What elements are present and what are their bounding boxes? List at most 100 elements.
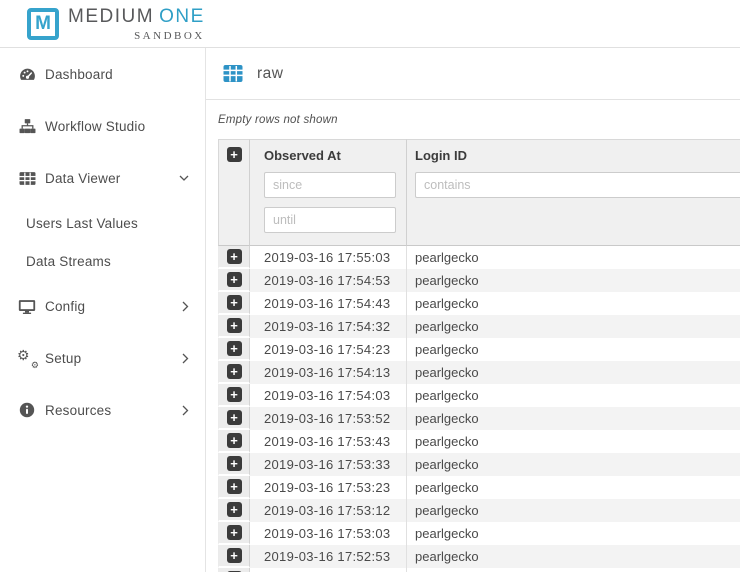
expand-cell: + xyxy=(218,315,250,338)
login-id-cell: pearlgecko xyxy=(407,384,740,407)
observed-at-cell: 2019-03-16 17:53:52 xyxy=(250,407,407,430)
sidebar-item-dashboard[interactable]: Dashboard xyxy=(0,48,205,100)
medium-one-logo[interactable]: M MEDIUMONE SANDBOX xyxy=(27,6,205,42)
expand-row-button[interactable]: + xyxy=(227,410,242,425)
top-bar: M MEDIUMONE SANDBOX xyxy=(0,0,740,48)
login-id-header-cell: Login ID xyxy=(407,139,740,246)
expand-cell: + xyxy=(218,453,250,476)
table-row: + 2019-03-16 17:54:23 pearlgecko xyxy=(218,338,740,361)
expand-row-button[interactable]: + xyxy=(227,548,242,563)
table-row: + 2019-03-16 17:53:03 pearlgecko xyxy=(218,522,740,545)
observed-at-cell: 2019-03-16 17:53:12 xyxy=(250,499,407,522)
brand-subtitle: SANDBOX xyxy=(134,30,205,42)
expand-row-button[interactable]: + xyxy=(227,433,242,448)
expand-row-button[interactable]: + xyxy=(227,364,242,379)
login-id-cell: pearlgecko xyxy=(407,476,740,499)
expand-cell: + xyxy=(218,499,250,522)
expand-row-button[interactable]: + xyxy=(227,272,242,287)
data-table: + Observed At Login ID xyxy=(218,139,740,572)
sidebar-item-workflow-studio[interactable]: Workflow Studio xyxy=(0,100,205,152)
dashboard-gauge-icon xyxy=(18,66,36,83)
table-row: + 2019-03-16 17:54:32 pearlgecko xyxy=(218,315,740,338)
observed-at-cell: 2019-03-16 17:53:43 xyxy=(250,430,407,453)
login-id-cell: pearlgecko xyxy=(407,269,740,292)
since-filter-input[interactable] xyxy=(264,172,396,198)
sidebar-item-resources[interactable]: Resources xyxy=(0,384,205,436)
submenu-item-label: Users Last Values xyxy=(26,216,138,231)
data-viewer-submenu: Users Last Values Data Streams xyxy=(0,204,205,280)
observed-at-cell: 2019-03-16 17:54:32 xyxy=(250,315,407,338)
login-id-column-label: Login ID xyxy=(415,148,740,163)
login-id-cell: pearlgecko xyxy=(407,361,740,384)
logo-m-mark-icon: M xyxy=(27,8,59,40)
login-id-cell: pearlgecko xyxy=(407,453,740,476)
expand-all-button[interactable]: + xyxy=(227,147,242,162)
sidebar-item-config[interactable]: Config xyxy=(0,280,205,332)
sidebar-item-label: Setup xyxy=(45,351,81,366)
expand-row-button[interactable]: + xyxy=(227,525,242,540)
gears-icon: ⚙ ⚙ xyxy=(18,349,36,367)
observed-at-cell: 2019-03-16 17:54:13 xyxy=(250,361,407,384)
expand-cell: + xyxy=(218,430,250,453)
table-row: + 2019-03-16 17:55:03 pearlgecko xyxy=(218,246,740,269)
table-row: + 2019-03-16 17:54:03 pearlgecko xyxy=(218,384,740,407)
observed-at-cell: 2019-03-16 17:55:03 xyxy=(250,246,407,269)
expand-cell: + xyxy=(218,476,250,499)
sidebar-item-data-streams[interactable]: Data Streams xyxy=(0,242,205,280)
expand-cell: + xyxy=(218,545,250,568)
chevron-right-icon xyxy=(182,405,189,416)
table-row: + 2019-03-16 17:53:33 pearlgecko xyxy=(218,453,740,476)
chevron-right-icon xyxy=(182,353,189,364)
sidebar-item-data-viewer[interactable]: Data Viewer xyxy=(0,152,205,204)
expand-row-button[interactable]: + xyxy=(227,387,242,402)
expand-row-button[interactable]: + xyxy=(227,341,242,356)
login-id-cell: pearlgecko xyxy=(407,292,740,315)
expand-row-button[interactable]: + xyxy=(227,295,242,310)
chevron-right-icon xyxy=(182,301,189,312)
table-blue-icon xyxy=(223,64,243,83)
sidebar-item-label: Data Viewer xyxy=(45,171,121,186)
expand-all-header-cell: + xyxy=(218,139,250,246)
login-id-cell: pearlgecko xyxy=(407,407,740,430)
until-filter-input[interactable] xyxy=(264,207,396,233)
expand-cell: + xyxy=(218,568,250,572)
login-id-cell xyxy=(407,568,740,572)
sidebar-item-label: Dashboard xyxy=(45,67,113,82)
monitor-icon xyxy=(18,298,36,315)
workflow-sitemap-icon xyxy=(18,118,36,135)
expand-row-button[interactable]: + xyxy=(227,249,242,264)
expand-row-button[interactable]: + xyxy=(227,318,242,333)
contains-filter-input[interactable] xyxy=(415,172,740,198)
expand-cell: + xyxy=(218,522,250,545)
expand-row-button[interactable]: + xyxy=(227,479,242,494)
table-row: + xyxy=(218,568,740,572)
table-row: + 2019-03-16 17:53:52 pearlgecko xyxy=(218,407,740,430)
sidebar-item-label: Workflow Studio xyxy=(45,119,145,134)
login-id-cell: pearlgecko xyxy=(407,499,740,522)
observed-at-cell: 2019-03-16 17:54:23 xyxy=(250,338,407,361)
observed-at-header-cell: Observed At xyxy=(250,139,407,246)
expand-cell: + xyxy=(218,292,250,315)
expand-cell: + xyxy=(218,269,250,292)
empty-rows-note: Empty rows not shown xyxy=(218,114,740,126)
table-row: + 2019-03-16 17:53:12 pearlgecko xyxy=(218,499,740,522)
observed-at-cell: 2019-03-16 17:53:33 xyxy=(250,453,407,476)
expand-cell: + xyxy=(218,407,250,430)
expand-row-button[interactable]: + xyxy=(227,456,242,471)
data-table-icon xyxy=(18,170,36,187)
expand-row-button[interactable]: + xyxy=(227,502,242,517)
stream-header: raw xyxy=(206,48,740,100)
table-row: + 2019-03-16 17:52:53 pearlgecko xyxy=(218,545,740,568)
info-circle-icon xyxy=(18,402,36,418)
submenu-item-label: Data Streams xyxy=(26,254,111,269)
login-id-cell: pearlgecko xyxy=(407,545,740,568)
sidebar-item-label: Resources xyxy=(45,403,111,418)
sidebar-item-setup[interactable]: ⚙ ⚙ Setup xyxy=(0,332,205,384)
sidebar-item-users-last-values[interactable]: Users Last Values xyxy=(0,204,205,242)
observed-at-cell: 2019-03-16 17:54:43 xyxy=(250,292,407,315)
page-title: raw xyxy=(257,65,283,83)
expand-cell: + xyxy=(218,361,250,384)
observed-at-cell: 2019-03-16 17:53:23 xyxy=(250,476,407,499)
login-id-cell: pearlgecko xyxy=(407,522,740,545)
table-header-row: + Observed At Login ID xyxy=(218,139,740,246)
